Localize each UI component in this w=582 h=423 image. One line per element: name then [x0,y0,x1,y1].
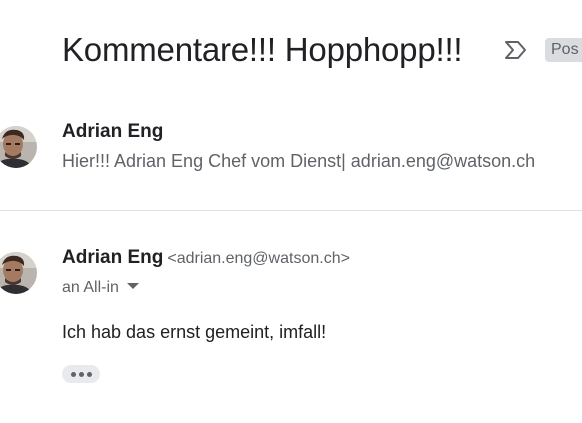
divider [0,210,582,211]
message-snippet[interactable]: Hier!!! Adrian Eng Chef vom Dienst| adri… [62,149,535,173]
show-trimmed-content-button[interactable] [62,365,100,383]
label-chip[interactable]: Pos [545,38,582,62]
sender-name[interactable]: Adrian Eng [62,120,163,144]
message-body: Ich hab das ernst gemeint, imfall! [62,322,327,342]
sender-line: Adrian Eng <adrian.eng@watson.ch> [62,246,350,271]
sender-name[interactable]: Adrian Eng [62,247,163,268]
recipients-dropdown[interactable]: an All-in [62,277,139,299]
more-horiz-icon-dot [79,372,84,377]
label-arrow-icon[interactable] [503,38,529,62]
avatar [0,252,37,294]
caret-down-icon [126,282,139,289]
thread-subject: Kommentare!!! Hopphopp!!! [62,31,463,68]
more-horiz-icon [71,372,76,377]
more-horiz-icon-dot [87,372,92,377]
avatar [0,126,37,168]
recipients-label: an All-in [62,279,119,296]
sender-email[interactable]: <adrian.eng@watson.ch> [167,250,350,267]
